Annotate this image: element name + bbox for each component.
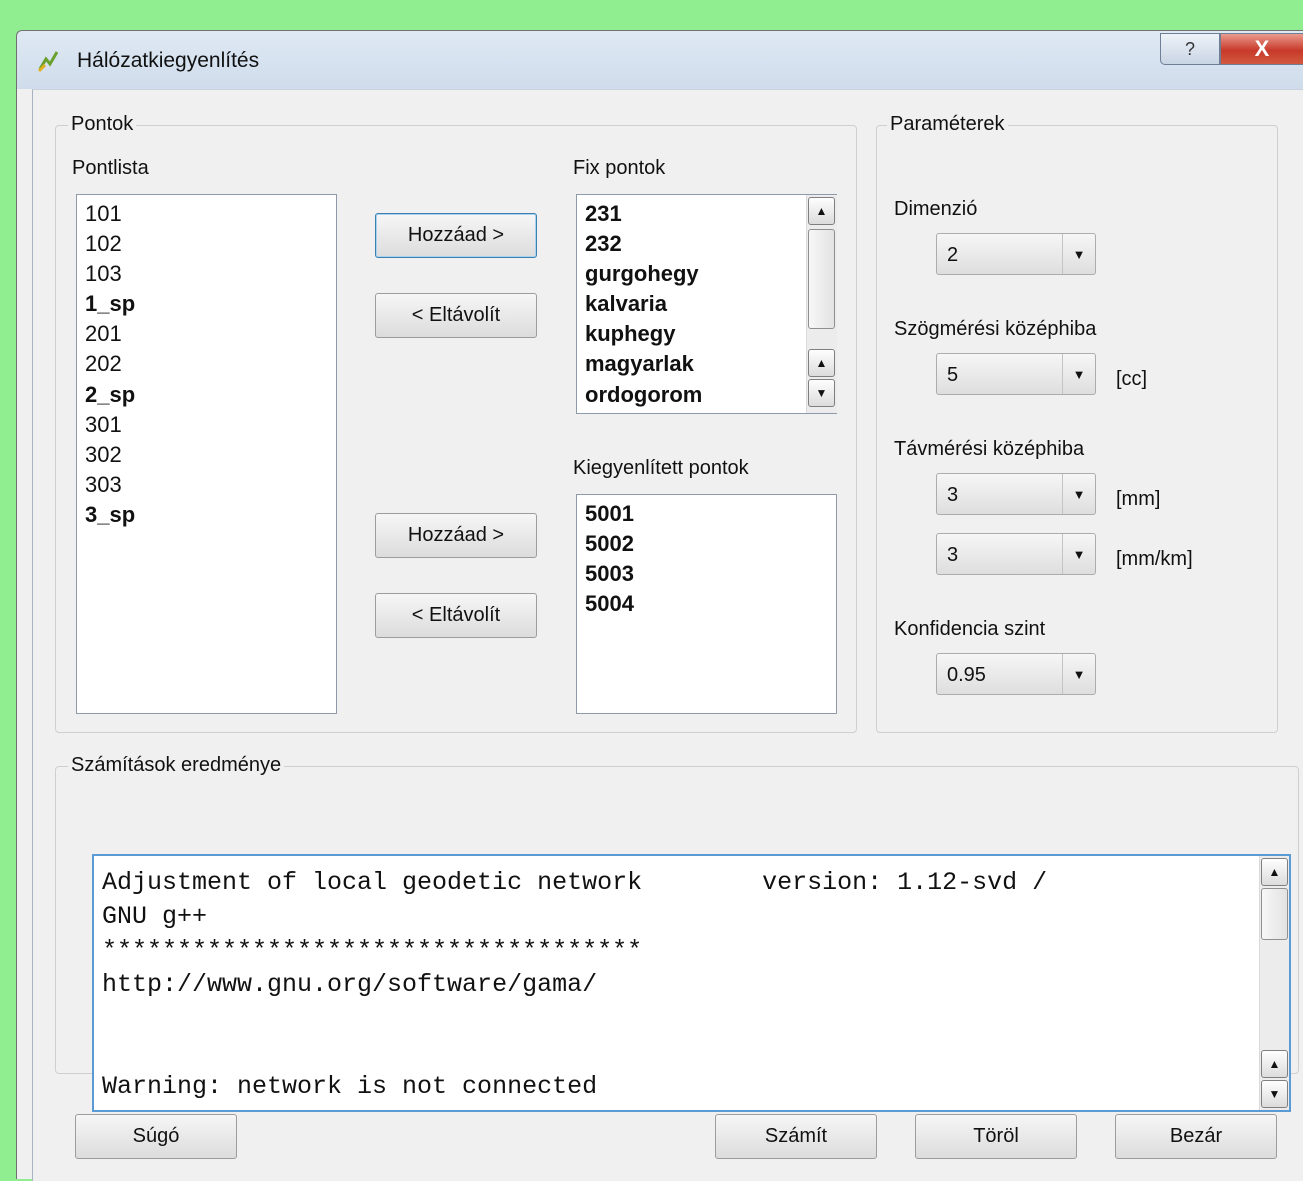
remove-fixed-button[interactable]: < Eltávolít — [375, 293, 537, 338]
list-item[interactable]: 5001 — [585, 499, 828, 529]
close-window-button[interactable]: X — [1220, 33, 1303, 65]
help-button[interactable]: Súgó — [75, 1114, 237, 1159]
confidence-value: 0.95 — [947, 664, 986, 686]
angle-error-combobox[interactable]: 5 ▼ — [936, 353, 1096, 395]
list-item[interactable]: 5003 — [585, 559, 828, 589]
fixed-points-label: Fix pontok — [573, 157, 666, 179]
scroll-down-button[interactable]: ▼ — [808, 379, 835, 407]
list-item[interactable]: 1_sp — [85, 289, 328, 319]
remove-adjusted-button[interactable]: < Eltávolít — [375, 593, 537, 638]
dialog-window: Hálózatkiegyenlítés ? X Pontok Pontlista… — [16, 30, 1303, 1181]
compute-button[interactable]: Számít — [715, 1114, 877, 1159]
dimension-value: 2 — [947, 244, 959, 266]
list-item[interactable]: 3_sp — [85, 500, 328, 530]
list-item[interactable]: 231 — [585, 199, 800, 229]
list-item[interactable]: kuphegy — [585, 319, 800, 349]
list-item[interactable]: 303 — [85, 470, 328, 500]
adjusted-points-listbox[interactable]: 5001 5002 5003 5004 — [576, 494, 837, 714]
list-item[interactable]: gurgohegy — [585, 259, 800, 289]
distance-ppm-combobox[interactable]: 3 ▼ — [936, 533, 1096, 575]
arrow-up-icon: ▲ — [815, 204, 828, 218]
list-item[interactable]: 103 — [85, 259, 328, 289]
distance-ppm-unit: [mm/km] — [1116, 548, 1193, 570]
distance-error-label: Távmérési középhiba — [894, 438, 1085, 460]
angle-error-unit: [cc] — [1116, 368, 1148, 390]
results-scrollbar[interactable]: ▲ ▲ ▼ — [1259, 856, 1289, 1110]
list-item[interactable]: kalvaria — [585, 289, 800, 319]
adjusted-points-label: Kiegyenlített pontok — [573, 457, 749, 479]
scroll-up-button[interactable]: ▲ — [1261, 858, 1288, 886]
angle-error-value: 5 — [947, 364, 959, 386]
fixed-points-scrollbar[interactable]: ▲ ▲ ▼ — [806, 195, 837, 413]
list-item[interactable]: magyarlak — [585, 349, 800, 379]
dialog-client-area: Pontok Pontlista 101 102 103 1_sp 201 202 2_sp… — [32, 89, 1303, 1181]
results-text: Adjustment of local geodetic network ver… — [102, 868, 1048, 1101]
chevron-down-icon[interactable]: ▼ — [1062, 354, 1095, 394]
context-help-button[interactable]: ? — [1160, 33, 1220, 65]
arrow-up-icon: ▲ — [1268, 1057, 1281, 1071]
arrow-down-icon: ▼ — [815, 386, 828, 400]
chevron-down-icon[interactable]: ▼ — [1062, 234, 1095, 274]
pointlist-listbox[interactable]: 101 102 103 1_sp 201 202 2_sp 301 302 303 3_sp — [76, 194, 337, 714]
distance-ppm-value: 3 — [947, 544, 959, 566]
arrow-down-icon: ▼ — [1268, 1087, 1281, 1101]
distance-error-value: 3 — [947, 484, 959, 506]
fixed-points-listbox[interactable]: 231 232 gurgohegy kalvaria kuphegy magyarlak o… — [576, 194, 837, 414]
question-mark-icon: ? — [1184, 38, 1195, 59]
title-bar[interactable]: Hálózatkiegyenlítés ? X — [17, 31, 1303, 89]
points-group-legend: Pontok — [68, 113, 137, 136]
qgis-app-icon — [37, 51, 59, 73]
list-item[interactable]: 301 — [85, 410, 328, 440]
dimension-label: Dimenzió — [894, 198, 978, 220]
close-icon: X — [1254, 36, 1270, 61]
list-item[interactable]: 102 — [85, 229, 328, 259]
list-item[interactable]: 302 — [85, 440, 328, 470]
add-adjusted-button[interactable]: Hozzáad > — [375, 513, 537, 558]
distance-error-unit: [mm] — [1116, 488, 1161, 510]
results-textarea[interactable]: Adjustment of local geodetic network ver… — [92, 854, 1291, 1112]
list-item[interactable]: 101 — [85, 199, 328, 229]
dimension-combobox[interactable]: 2 ▼ — [936, 233, 1096, 275]
close-button[interactable]: Bezár — [1115, 1114, 1277, 1159]
list-item[interactable]: ordogorom — [585, 380, 800, 410]
add-fixed-button[interactable]: Hozzáad > — [375, 213, 537, 258]
scroll-down-button[interactable]: ▼ — [1261, 1080, 1288, 1108]
parameters-group-legend: Paraméterek — [887, 113, 1008, 136]
scroll-thumb[interactable] — [1261, 888, 1288, 940]
arrow-up-icon: ▲ — [1268, 865, 1281, 879]
arrow-up-icon: ▲ — [815, 356, 828, 370]
scroll-up-button-lower[interactable]: ▲ — [808, 349, 835, 377]
scroll-up-button[interactable]: ▲ — [808, 197, 835, 225]
list-item[interactable]: 232 — [585, 229, 800, 259]
chevron-down-icon[interactable]: ▼ — [1062, 654, 1095, 694]
list-item[interactable]: 202 — [85, 349, 328, 379]
angle-error-label: Szögmérési középhiba — [894, 318, 1097, 340]
list-item[interactable]: 5002 — [585, 529, 828, 559]
chevron-down-icon[interactable]: ▼ — [1062, 474, 1095, 514]
list-item[interactable]: 2_sp — [85, 380, 328, 410]
list-item[interactable]: 201 — [85, 319, 328, 349]
window-title: Hálózatkiegyenlítés — [77, 49, 260, 72]
confidence-label: Konfidencia szint — [894, 618, 1046, 640]
scroll-thumb[interactable] — [808, 229, 835, 329]
chevron-down-icon[interactable]: ▼ — [1062, 534, 1095, 574]
pointlist-label: Pontlista — [72, 157, 149, 179]
scroll-up-button-lower[interactable]: ▲ — [1261, 1050, 1288, 1078]
confidence-combobox[interactable]: 0.95 ▼ — [936, 653, 1096, 695]
list-item[interactable]: 5004 — [585, 589, 828, 619]
distance-error-combobox[interactable]: 3 ▼ — [936, 473, 1096, 515]
results-group-legend: Számítások eredménye — [68, 754, 285, 777]
clear-button[interactable]: Töröl — [915, 1114, 1077, 1159]
